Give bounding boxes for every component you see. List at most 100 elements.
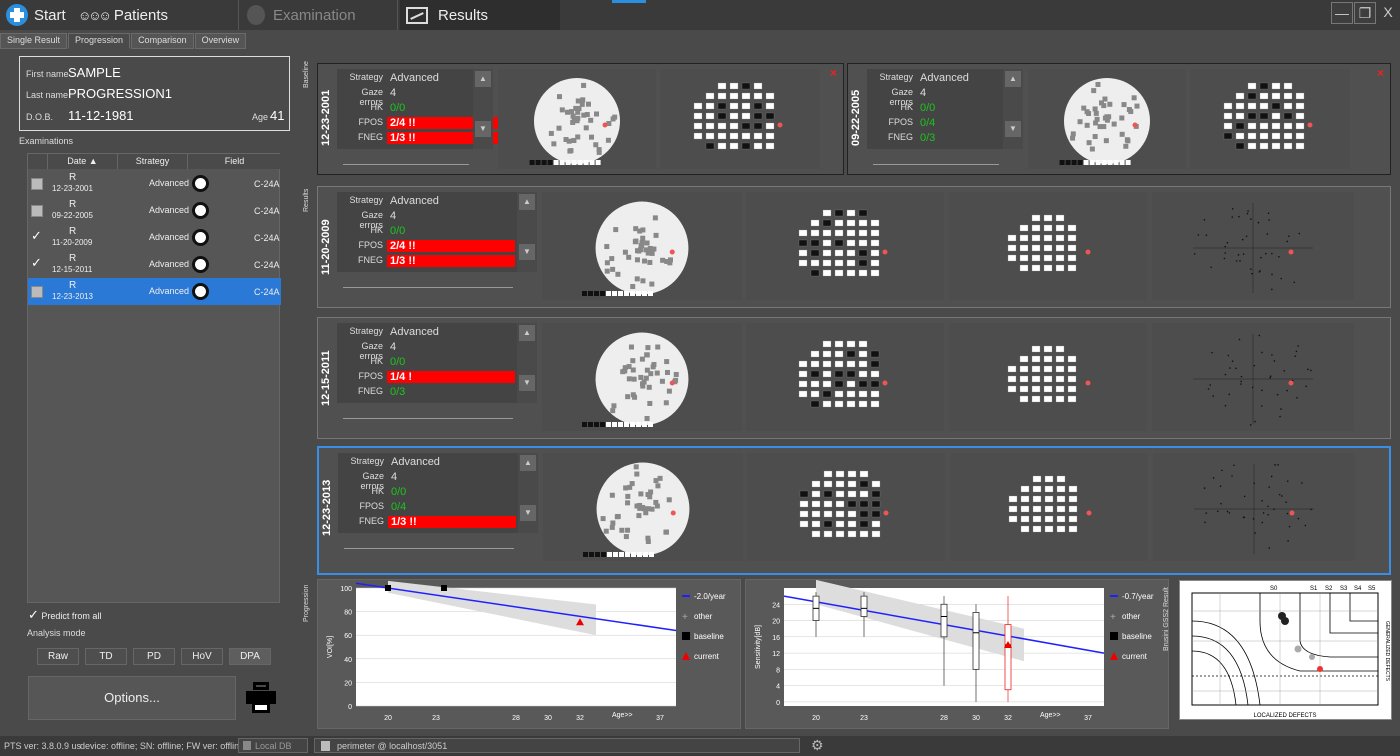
info-scrollbar[interactable]: ▲ ▼	[517, 192, 537, 272]
top-accent	[612, 0, 646, 3]
thumb-raw[interactable]	[1028, 69, 1186, 169]
column-strategy[interactable]: Strategy	[118, 154, 188, 169]
check-icon[interactable]: ✓	[31, 228, 42, 244]
info-label: HK	[867, 102, 913, 112]
scroll-down-icon[interactable]: ▼	[520, 505, 536, 521]
scroll-down-icon[interactable]: ▼	[519, 375, 535, 391]
legend-label: other	[1122, 612, 1141, 621]
legend-swatch	[682, 652, 690, 660]
eye-icon	[192, 202, 209, 219]
options-button[interactable]: Options...	[28, 676, 236, 720]
tab-patients[interactable]: ☺☺☺ Patients	[78, 0, 228, 30]
restore-button[interactable]: ❐	[1354, 2, 1376, 24]
column-date[interactable]: Date ▲	[48, 154, 118, 169]
info-row-hk: HK 0/0	[337, 102, 493, 116]
scroll-up-icon[interactable]: ▲	[519, 325, 535, 341]
scroll-down-icon[interactable]: ▼	[519, 244, 535, 260]
thumb-progression[interactable]	[1153, 453, 1355, 561]
row-checkbox[interactable]	[31, 178, 43, 190]
y-tick-label: 40	[344, 657, 352, 664]
close-icon[interactable]: ×	[1377, 66, 1384, 80]
info-scrollbar[interactable]: ▲ ▼	[473, 69, 493, 149]
check-icon[interactable]: ✓	[31, 255, 42, 271]
row-date: 12-23-2013	[52, 292, 93, 301]
row-checkbox[interactable]	[31, 286, 43, 298]
minimize-button[interactable]: —	[1331, 2, 1353, 24]
info-value: 0/0	[917, 102, 1045, 114]
progression-section-label: Progression	[303, 585, 310, 622]
scroll-up-icon[interactable]: ▲	[519, 194, 535, 210]
tab-examination[interactable]: Examination	[238, 0, 398, 30]
info-scrollbar[interactable]: ▲ ▼	[518, 453, 538, 533]
diff-map	[949, 192, 1147, 300]
row-field: C-24A	[254, 233, 280, 243]
eye-icon	[192, 229, 209, 246]
baseline-panel[interactable]: 09-22-2005 Strategy Advanced Gaze errors 4 HK…	[847, 63, 1391, 175]
table-row[interactable]: R 09-22-2005 Advanced C-24A	[28, 197, 281, 224]
subtab-comparison[interactable]: Comparison	[131, 33, 194, 49]
scroll-up-icon[interactable]: ▲	[520, 455, 536, 471]
thumb-prob[interactable]	[660, 69, 820, 169]
info-value: 0/0	[387, 225, 515, 237]
thumb-diff[interactable]	[950, 453, 1148, 561]
thumb-progression[interactable]	[1152, 323, 1354, 431]
mode-raw-button[interactable]: Raw	[37, 648, 79, 665]
scroll-up-icon[interactable]: ▲	[475, 71, 491, 87]
printer-icon[interactable]	[246, 682, 276, 714]
info-label: Strategy	[337, 72, 383, 82]
predict-checkbox[interactable]: ✓ Predict from all	[28, 607, 101, 623]
column-field[interactable]: Field	[188, 154, 281, 169]
y-tick-label: 20	[772, 619, 780, 626]
thumb-prob[interactable]	[746, 323, 944, 431]
close-button[interactable]: X	[1377, 2, 1399, 24]
table-row[interactable]: ✓ R 11-20-2009 Advanced C-24A	[28, 224, 281, 251]
info-value: 1/3 !!	[388, 516, 516, 528]
scroll-down-icon[interactable]: ▼	[1005, 121, 1021, 137]
info-scrollbar[interactable]: ▲ ▼	[1003, 69, 1023, 149]
info-row-fneg: FNEG 1/3 !!	[337, 255, 537, 269]
info-scrollbar[interactable]: ▲ ▼	[517, 323, 537, 403]
table-row[interactable]: ✓ R 12-15-2011 Advanced C-24A	[28, 251, 281, 278]
thumb-prob[interactable]	[746, 192, 944, 300]
info-label: FNEG	[867, 132, 913, 142]
table-row[interactable]: R 12-23-2013 Advanced C-24A	[28, 278, 281, 305]
thumb-diff[interactable]	[949, 323, 1147, 431]
scroll-down-icon[interactable]: ▼	[475, 121, 491, 137]
gss2-code-s3: S3	[1340, 586, 1348, 592]
table-row[interactable]: R 12-23-2001 Advanced C-24A	[28, 170, 281, 197]
row-date: 12-15-2011	[52, 265, 92, 274]
row-checkbox[interactable]	[31, 205, 43, 217]
gss2-title-wrap: Brusini GSS2 Result	[1163, 581, 1175, 681]
scroll-up-icon[interactable]: ▲	[1005, 71, 1021, 87]
subtab-single-result[interactable]: Single Result	[0, 33, 67, 49]
tab-results[interactable]: Results	[400, 0, 560, 30]
mode-hov-button[interactable]: HoV	[181, 648, 223, 665]
thumb-prob[interactable]	[1190, 69, 1350, 169]
gss2-code-s4: S4	[1354, 586, 1362, 592]
result-panel[interactable]: 11-20-2009 Strategy Advanced Gaze errors 4 HK…	[317, 186, 1391, 308]
subtab-overview[interactable]: Overview	[195, 33, 247, 49]
tab-start[interactable]: Start	[0, 0, 72, 30]
gss2-code-s0: S0	[1270, 586, 1278, 592]
y-tick-label: 12	[772, 651, 780, 658]
thumb-prob[interactable]	[747, 453, 945, 561]
subtab-progression[interactable]: Progression	[68, 33, 130, 49]
close-icon[interactable]: ×	[830, 66, 837, 80]
x-tick-label: 37	[1084, 715, 1092, 722]
mode-pd-button[interactable]: PD	[133, 648, 175, 665]
result-panel[interactable]: 12-23-2013 Strategy Advanced Gaze errors 4 HK…	[317, 446, 1391, 575]
thumb-diff[interactable]	[949, 192, 1147, 300]
info-label: FPOS	[337, 117, 383, 127]
settings-gears-icon[interactable]: ⚙	[811, 737, 824, 754]
result-panel[interactable]: 12-15-2011 Strategy Advanced Gaze errors 4 HK…	[317, 317, 1391, 439]
legend-label: baseline	[694, 632, 724, 641]
thumb-raw[interactable]	[498, 69, 656, 169]
thumb-progression[interactable]	[1152, 192, 1354, 300]
info-label: Strategy	[337, 326, 383, 336]
mode-td-button[interactable]: TD	[85, 648, 127, 665]
thumb-raw[interactable]	[542, 323, 742, 431]
thumb-raw[interactable]	[542, 192, 742, 300]
thumb-raw[interactable]	[543, 453, 743, 561]
mode-dpa-button[interactable]: DPA	[229, 648, 271, 665]
baseline-panel[interactable]: 12-23-2001 Strategy Advanced Gaze errors 4 HK…	[317, 63, 844, 175]
